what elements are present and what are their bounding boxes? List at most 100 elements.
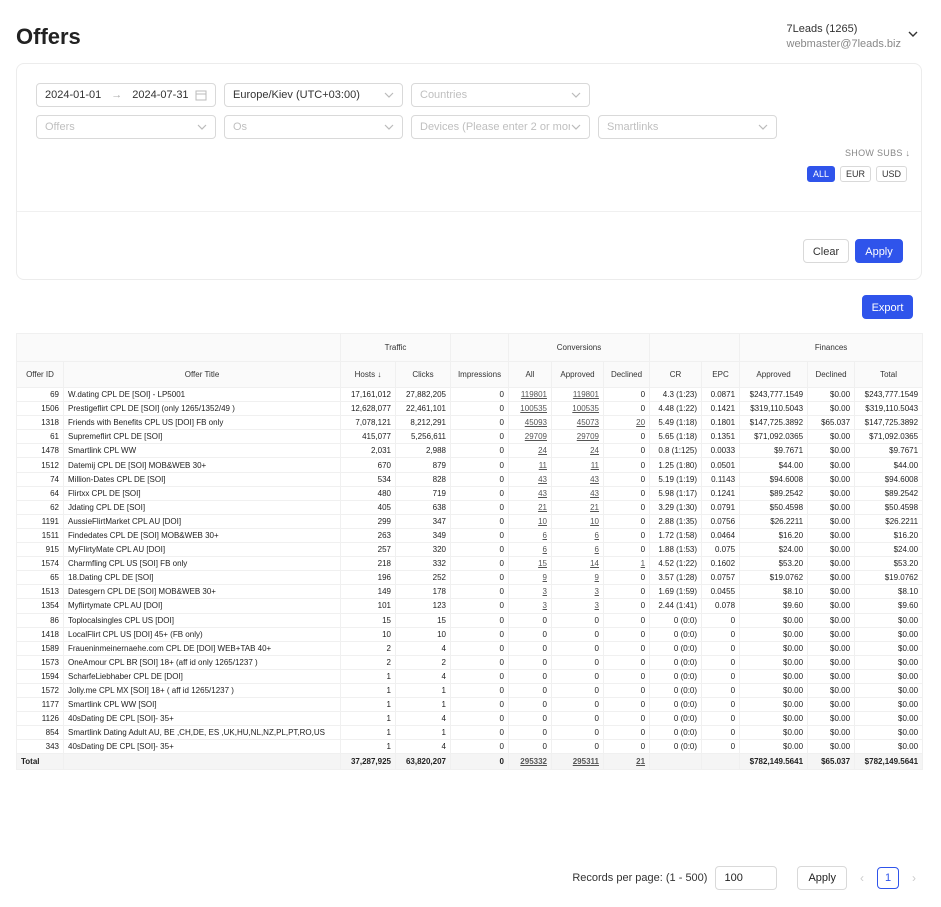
column-header-fin-declined[interactable]: Declined xyxy=(807,361,856,388)
cell-conv-approved[interactable]: 45073 xyxy=(551,415,604,431)
cell-link[interactable]: 10 xyxy=(590,517,599,526)
clear-button[interactable]: Clear xyxy=(803,239,849,263)
cell-link[interactable]: 9 xyxy=(543,573,547,582)
cell-link[interactable]: 43 xyxy=(590,489,599,498)
cell-link[interactable]: 29709 xyxy=(577,432,599,441)
cell-conv-all[interactable]: 10 xyxy=(508,513,552,529)
cell-conv-approved[interactable]: 24 xyxy=(551,443,604,459)
offers-select[interactable]: Offers xyxy=(36,115,216,139)
cell-conv-all[interactable]: 15 xyxy=(508,556,552,572)
cell-link[interactable]: 3 xyxy=(595,587,599,596)
column-header-fin-approved[interactable]: Approved xyxy=(739,361,809,388)
cell-link[interactable]: 11 xyxy=(591,461,599,470)
total-conv-declined[interactable]: 21 xyxy=(602,753,651,771)
total-conv-approved[interactable]: 295311 xyxy=(551,753,604,771)
cell-link[interactable]: 1 xyxy=(641,559,645,568)
cell-conv-all[interactable]: 29709 xyxy=(508,429,552,445)
cell-conv-all[interactable]: 24 xyxy=(508,443,552,459)
cell-link[interactable]: 6 xyxy=(595,545,599,554)
column-header-hosts[interactable]: Hosts ↓ xyxy=(340,361,396,388)
cell-link[interactable]: 6 xyxy=(595,531,599,540)
cell-conv-all[interactable]: 100535 xyxy=(508,401,552,417)
column-header-conv-declined[interactable]: Declined xyxy=(602,361,651,388)
cell-conv-all[interactable]: 3 xyxy=(508,598,552,614)
cell-link[interactable]: 10 xyxy=(538,517,547,526)
currency-eur-button[interactable]: EUR xyxy=(840,166,872,182)
page-number-button[interactable]: 1 xyxy=(877,867,899,889)
cell-link[interactable]: 119801 xyxy=(521,390,547,399)
cell-conv-approved[interactable]: 6 xyxy=(551,527,604,544)
total-conv-all[interactable]: 295332 xyxy=(508,753,552,771)
cell-conv-declined[interactable]: 1 xyxy=(602,556,651,572)
pagination-apply-button[interactable]: Apply xyxy=(797,866,847,890)
cell-conv-all[interactable]: 21 xyxy=(508,499,552,515)
cell-conv-all[interactable]: 9 xyxy=(508,570,552,586)
prev-page-icon[interactable]: ‹ xyxy=(855,866,869,890)
column-header-impressions[interactable]: Impressions xyxy=(450,361,509,388)
records-per-page-input[interactable]: 100 xyxy=(715,866,778,890)
cell-conv-approved[interactable]: 3 xyxy=(551,584,604,600)
column-header-conv-approved[interactable]: Approved xyxy=(551,361,604,388)
smartlinks-select[interactable]: Smartlinks xyxy=(598,115,777,139)
cell-link[interactable]: 11 xyxy=(539,461,547,470)
column-header-offer-id[interactable]: Offer ID xyxy=(16,361,64,388)
cell-conv-approved[interactable]: 43 xyxy=(551,485,604,501)
cell-conv-all[interactable]: 6 xyxy=(508,542,552,558)
cell-conv-all[interactable]: 11 xyxy=(508,457,552,473)
cell-link[interactable]: 6 xyxy=(543,531,547,540)
cell-conv-approved[interactable]: 119801 xyxy=(551,386,604,403)
column-header-fin-total[interactable]: Total xyxy=(854,361,924,388)
cell-link[interactable]: 119801 xyxy=(573,390,599,399)
cell-link[interactable]: 14 xyxy=(590,559,599,568)
cell-conv-declined[interactable]: 20 xyxy=(602,415,651,431)
cell-link[interactable]: 24 xyxy=(590,446,599,455)
cell-link[interactable]: 295332 xyxy=(520,757,547,766)
cell-link[interactable]: 21 xyxy=(590,503,599,512)
cell-conv-all[interactable]: 43 xyxy=(508,485,552,501)
cell-link[interactable]: 24 xyxy=(538,446,547,455)
cell-conv-all[interactable]: 119801 xyxy=(508,386,552,403)
cell-link[interactable]: 295311 xyxy=(573,757,599,766)
cell-conv-all[interactable]: 3 xyxy=(508,584,552,600)
cell-conv-all[interactable]: 43 xyxy=(508,471,552,487)
cell-conv-approved[interactable]: 29709 xyxy=(551,429,604,445)
cell-link[interactable]: 21 xyxy=(538,503,547,512)
export-button[interactable]: Export xyxy=(862,295,913,319)
cell-conv-approved[interactable]: 21 xyxy=(551,499,604,515)
cell-link[interactable]: 9 xyxy=(595,573,599,582)
countries-select[interactable]: Countries xyxy=(411,83,590,107)
cell-link[interactable]: 3 xyxy=(595,601,599,610)
cell-conv-approved[interactable]: 11 xyxy=(551,457,604,473)
cell-link[interactable]: 43 xyxy=(590,475,599,484)
cell-link[interactable]: 15 xyxy=(538,559,547,568)
cell-conv-all[interactable]: 45093 xyxy=(508,415,552,431)
cell-link[interactable]: 21 xyxy=(636,757,645,766)
cell-conv-approved[interactable]: 10 xyxy=(551,513,604,529)
cell-conv-approved[interactable]: 3 xyxy=(551,598,604,614)
currency-usd-button[interactable]: USD xyxy=(876,166,908,182)
cell-link[interactable]: 100535 xyxy=(572,404,599,413)
column-header-conv-all[interactable]: All xyxy=(508,361,552,388)
apply-button[interactable]: Apply xyxy=(855,239,903,263)
cell-link[interactable]: 45093 xyxy=(525,418,547,427)
cell-link[interactable]: 6 xyxy=(543,545,547,554)
column-header-offer-title[interactable]: Offer Title xyxy=(63,361,341,388)
os-select[interactable]: Os xyxy=(224,115,403,139)
timezone-select[interactable]: Europe/Kiev (UTC+03:00) xyxy=(224,83,403,107)
devices-select[interactable]: Devices (Please enter 2 or more ch... xyxy=(411,115,590,139)
cell-link[interactable]: 43 xyxy=(538,475,547,484)
cell-link[interactable]: 20 xyxy=(636,418,645,427)
cell-link[interactable]: 3 xyxy=(543,601,547,610)
cell-conv-approved[interactable]: 43 xyxy=(551,471,604,487)
column-header-cr[interactable]: CR xyxy=(649,361,703,388)
date-range-picker[interactable]: 2024-01-01 → 2024-07-31 xyxy=(36,83,216,107)
column-header-clicks[interactable]: Clicks xyxy=(395,361,451,388)
cell-conv-approved[interactable]: 14 xyxy=(551,556,604,572)
cell-conv-approved[interactable]: 9 xyxy=(551,570,604,586)
cell-link[interactable]: 3 xyxy=(543,587,547,596)
cell-link[interactable]: 45073 xyxy=(577,418,599,427)
cell-conv-approved[interactable]: 100535 xyxy=(551,401,604,417)
account-menu[interactable]: 7Leads (1265) webmaster@7leads.biz xyxy=(787,22,902,52)
cell-conv-approved[interactable]: 6 xyxy=(551,542,604,558)
column-header-epc[interactable]: EPC xyxy=(701,361,741,388)
